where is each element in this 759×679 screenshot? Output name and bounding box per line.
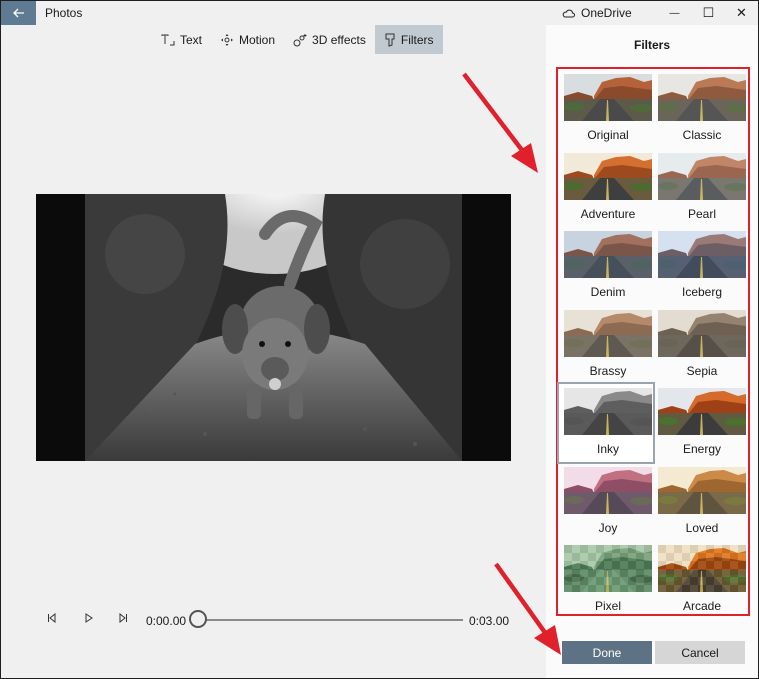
filter-label: Joy [598, 520, 618, 535]
filter-option-joy[interactable]: Joy [559, 463, 653, 541]
filters-icon [385, 33, 395, 47]
filter-option-iceberg[interactable]: Iceberg [653, 227, 747, 305]
filter-label: Loved [685, 520, 719, 535]
onedrive-label: OneDrive [581, 6, 632, 20]
end-time: 0:03.00 [469, 614, 510, 628]
play-button[interactable] [84, 612, 94, 626]
filter-label: Inky [596, 442, 619, 456]
cloud-icon [562, 9, 575, 17]
filter-option-adventure[interactable]: Adventure [559, 149, 653, 227]
3d-effects-icon [293, 33, 307, 46]
filter-label: Pixel [594, 599, 621, 613]
filter-label: Iceberg [681, 285, 723, 299]
video-preview[interactable] [36, 194, 511, 461]
arrow-to-done [494, 562, 553, 643]
filter-label: Brassy [589, 363, 627, 378]
filter-option-original[interactable]: Original [559, 70, 653, 148]
arrow-to-filters [462, 72, 530, 160]
next-frame-button[interactable] [118, 612, 128, 626]
filter-option-pixel[interactable]: Pixel [559, 541, 653, 619]
step-forward-icon [119, 612, 127, 624]
onedrive-indicator[interactable]: OneDrive [562, 6, 632, 20]
filter-thumbnail [658, 231, 746, 278]
filter-label: Arcade [682, 599, 722, 613]
edit-toolbar: Text Motion 3D effects Filters [152, 25, 443, 54]
motion-icon [221, 33, 234, 46]
panel-title: Filters [633, 38, 670, 52]
maximize-button[interactable]: ☐ [691, 1, 726, 25]
tab-motion-label: Motion [239, 32, 276, 47]
photos-window: Photos OneDrive — ☐ ✕ Text Motion 3D eff… [1, 1, 758, 678]
play-icon [85, 613, 93, 623]
filter-thumbnail [564, 74, 652, 121]
filter-thumbnail [658, 388, 746, 435]
filter-thumbnail [658, 545, 746, 592]
filter-thumbnail [564, 545, 652, 592]
filter-option-arcade[interactable]: Arcade [653, 541, 747, 619]
back-button[interactable] [1, 1, 36, 25]
step-back-icon [48, 612, 56, 624]
filter-option-classic[interactable]: Classic [653, 70, 747, 148]
filter-thumbnail [564, 231, 652, 278]
close-icon: ✕ [736, 5, 747, 20]
filters-panel: Filters Original Classic Adventure Pearl Den… [546, 25, 758, 678]
timeline-track[interactable] [198, 619, 463, 621]
title-bar: Photos OneDrive — ☐ ✕ [1, 1, 758, 25]
filter-list[interactable]: Original Classic Adventure Pearl Denim Iceber… [556, 67, 750, 616]
cancel-button[interactable]: Cancel [655, 641, 745, 664]
tab-filters-label: Filters [400, 32, 434, 47]
filter-option-sepia[interactable]: Sepia [653, 306, 747, 384]
dog-photo [85, 194, 462, 461]
filter-label: Pearl [687, 206, 716, 221]
filter-label: Classic [682, 128, 722, 142]
filter-thumbnail [564, 152, 652, 200]
minimize-button[interactable]: — [657, 1, 692, 25]
close-button[interactable]: ✕ [724, 1, 758, 25]
tab-3d-effects-label: 3D effects [312, 32, 366, 47]
filter-option-denim[interactable]: Denim [559, 227, 653, 305]
tab-text[interactable]: Text [152, 25, 211, 54]
filter-option-inky[interactable]: Inky [557, 382, 655, 464]
tab-motion[interactable]: Motion [211, 25, 284, 54]
timeline-scrubber[interactable] [189, 610, 207, 628]
app-title: Photos [45, 6, 83, 20]
filter-option-energy[interactable]: Energy [653, 384, 747, 462]
filter-thumbnail [564, 388, 652, 435]
filter-thumbnail [564, 466, 652, 514]
filter-thumbnail [658, 152, 746, 200]
filter-option-brassy[interactable]: Brassy [559, 306, 653, 384]
filter-option-loved[interactable]: Loved [653, 463, 747, 541]
text-icon [161, 34, 175, 45]
back-arrow-icon [12, 8, 24, 18]
arrowhead-filters [511, 143, 538, 173]
current-time: 0:00.00 [146, 614, 187, 628]
maximize-icon: ☐ [702, 5, 715, 20]
filter-label: Sepia [686, 363, 718, 378]
tab-text-label: Text [180, 32, 203, 47]
previous-frame-button[interactable] [47, 612, 57, 626]
filter-thumbnail [658, 466, 746, 514]
done-button[interactable]: Done [562, 641, 652, 664]
filter-label: Denim [590, 285, 626, 299]
filter-label: Original [587, 128, 629, 142]
filter-thumbnail [564, 309, 652, 357]
filter-thumbnail [658, 74, 746, 121]
filter-option-pearl[interactable]: Pearl [653, 149, 747, 227]
tab-3d-effects[interactable]: 3D effects [284, 25, 375, 54]
filter-label: Energy [682, 442, 722, 456]
tab-filters[interactable]: Filters [374, 25, 443, 54]
minimize-icon: — [669, 7, 680, 19]
filter-label: Adventure [580, 206, 636, 221]
filter-thumbnail [658, 309, 746, 357]
